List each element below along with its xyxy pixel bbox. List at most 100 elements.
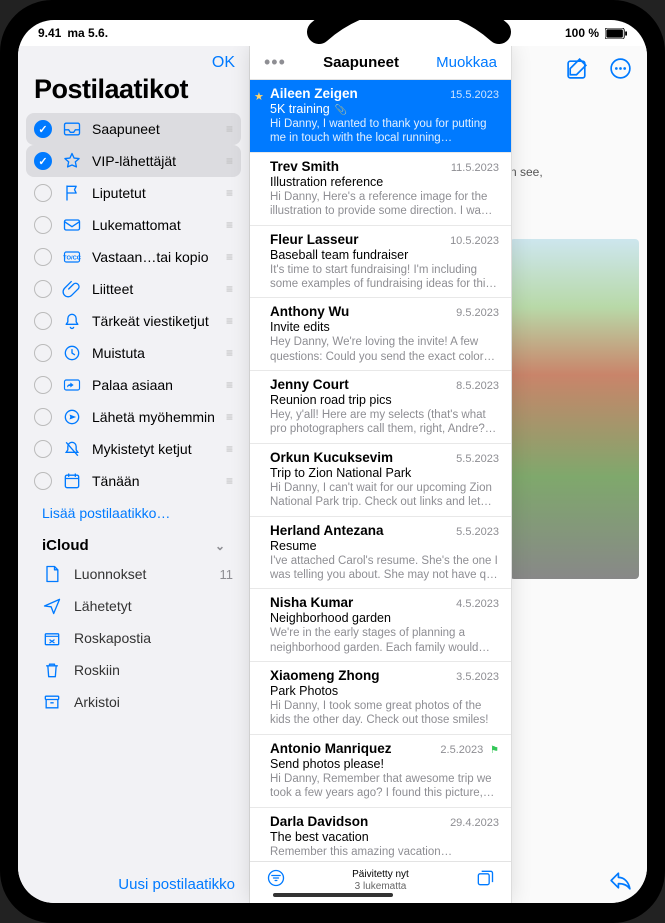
reorder-grip-icon[interactable]: ≡ [226,218,233,232]
reorder-grip-icon[interactable]: ≡ [226,282,233,296]
reorder-grip-icon[interactable]: ≡ [226,378,233,392]
reorder-grip-icon[interactable]: ≡ [226,474,233,488]
message-date: 4.5.2023 [456,598,499,610]
message-subject: Trip to Zion National Park [270,466,499,480]
sidebar-item-t-n-n[interactable]: Tänään≡ [26,465,241,497]
filter-icon[interactable] [266,868,286,893]
message-subject: Invite edits [270,320,499,334]
flag-icon: ⚑ [487,745,499,756]
reorder-grip-icon[interactable]: ≡ [226,410,233,424]
message-row[interactable]: Darla Davidson29.4.2023The best vacation… [250,808,511,862]
checkbox[interactable] [34,408,52,426]
footer-unread: 3 lukematta [352,881,409,893]
checkbox[interactable] [34,280,52,298]
account-section-label: iCloud [42,537,89,554]
new-mailbox-button[interactable]: Uusi postilaatikko [118,876,235,893]
envelope-icon [62,215,82,235]
sidebar-item-label: Muistuta [92,345,216,361]
checkbox[interactable] [34,376,52,394]
sidebar-item-l-het-my-hemmin[interactable]: Lähetä myöhemmin ≡ [26,401,241,433]
message-row[interactable]: Jenny Court8.5.2023Reunion road trip pic… [250,371,511,444]
checkbox[interactable] [34,216,52,234]
account-item-label: Roskapostia [74,630,151,646]
message-preview: Hey, y'all! Here are my selects (that's … [270,408,499,437]
junk-icon [42,628,62,648]
sidebar-item-vastaan-tai-kopio[interactable]: TO/CCVastaan…tai kopio≡ [26,241,241,273]
message-row[interactable]: Xiaomeng Zhong3.5.2023Park PhotosHi Dann… [250,662,511,735]
reorder-grip-icon[interactable]: ≡ [226,186,233,200]
reorder-grip-icon[interactable]: ≡ [226,442,233,456]
sidebar-item-label: Saapuneet [92,121,216,137]
checkbox[interactable] [34,312,52,330]
sidebar-item-muistuta[interactable]: Muistuta ≡ [26,337,241,369]
mute-icon [62,439,82,459]
sent-icon [42,596,62,616]
sidebar-item-liputetut[interactable]: Liputetut≡ [26,177,241,209]
sidebar-item-label: Liitteet [92,281,216,297]
message-sender: Aileen Zeigen [270,86,358,101]
sidebar-item-saapuneet[interactable]: Saapuneet ≡ [26,113,241,145]
sidebar-item-mykistetyt-ketjut[interactable]: Mykistetyt ketjut≡ [26,433,241,465]
compose-icon[interactable] [565,56,590,81]
message-row[interactable]: Anthony Wu9.5.2023Invite editsHey Danny,… [250,298,511,371]
sidebar-item-palaa-asiaan[interactable]: Palaa asiaan≡ [26,369,241,401]
checkbox[interactable] [34,248,52,266]
message-sender: Orkun Kucuksevim [270,450,393,465]
sidebar-item-lukemattomat[interactable]: Lukemattomat ≡ [26,209,241,241]
message-row[interactable]: Orkun Kucuksevim5.5.2023Trip to Zion Nat… [250,444,511,517]
message-row[interactable]: Trev Smith11.5.2023Illustration referenc… [250,153,511,226]
sidebar-item-liitteet[interactable]: Liitteet ≡ [26,273,241,305]
message-preview: Remember this amazing vacation… [270,845,499,859]
message-subject: 5K training 📎 [270,102,499,116]
message-subject: Resume [270,539,499,553]
ok-button[interactable]: OK [212,54,235,72]
calendar-icon [62,471,82,491]
checkbox[interactable] [34,152,52,170]
bell-icon [62,311,82,331]
checkbox[interactable] [34,472,52,490]
reorder-grip-icon[interactable]: ≡ [226,346,233,360]
reorder-grip-icon[interactable]: ≡ [226,154,233,168]
screen: 9.41 ma 5.6. 100 % OK Postilaatikot Saap… [18,20,647,903]
inbox-list[interactable]: ★Aileen Zeigen15.5.20235K training 📎Hi D… [250,80,511,861]
sidebar-item-label: Lukemattomat [92,217,216,233]
battery-pct: 100 % [565,26,599,40]
reply-icon[interactable] [608,868,633,893]
sidebar-item-label: Lähetä myöhemmin [92,409,216,425]
reorder-grip-icon[interactable]: ≡ [226,250,233,264]
account-item-luonnokset[interactable]: Luonnokset11 [26,558,241,590]
account-item-lähetetyt[interactable]: Lähetetyt [26,590,241,622]
paperclip-icon [62,279,82,299]
checkbox[interactable] [34,440,52,458]
account-item-roskapostia[interactable]: Roskapostia [26,622,241,654]
message-row[interactable]: Herland Antezana5.5.2023ResumeI've attac… [250,517,511,590]
sidebar-item-vip-l-hett-j-t[interactable]: VIP-lähettäjät ≡ [26,145,241,177]
account-item-arkistoi[interactable]: Arkistoi [26,686,241,718]
message-date: 5.5.2023 [456,526,499,538]
add-mailbox-link[interactable]: Lisää postilaatikko… [26,497,241,529]
message-preview: Hi Danny, Remember that awesome trip we … [270,772,499,801]
sidebar-item-t-rke-t-viestiketjut[interactable]: Tärkeät viestiketjut≡ [26,305,241,337]
inbox-menu-icon[interactable]: ••• [264,52,286,73]
footer-updated: Päivitetty nyt [352,869,409,881]
message-row[interactable]: ★Aileen Zeigen15.5.20235K training 📎Hi D… [250,80,511,153]
message-sender: Fleur Lasseur [270,232,359,247]
home-indicator [273,893,393,897]
message-row[interactable]: Fleur Lasseur10.5.2023Baseball team fund… [250,226,511,299]
message-sender: Anthony Wu [270,304,349,319]
flag-icon [62,183,82,203]
account-section-header[interactable]: iCloud⌄ [26,529,241,558]
checkbox[interactable] [34,184,52,202]
more-icon[interactable] [608,56,633,81]
checkbox[interactable] [34,344,52,362]
account-item-roskiin[interactable]: Roskiin [26,654,241,686]
checkbox[interactable] [34,120,52,138]
message-row[interactable]: Antonio Manriquez2.5.2023 ⚑Send photos p… [250,735,511,808]
reorder-grip-icon[interactable]: ≡ [226,122,233,136]
reorder-grip-icon[interactable]: ≡ [226,314,233,328]
message-preview: Hi Danny, I can't wait for our upcoming … [270,481,499,510]
inbox-edit-button[interactable]: Muokkaa [436,54,497,71]
sidebar-item-label: VIP-lähettäjät [92,153,216,169]
stack-icon[interactable] [475,868,495,893]
message-row[interactable]: Nisha Kumar4.5.2023Neighborhood gardenWe… [250,589,511,662]
